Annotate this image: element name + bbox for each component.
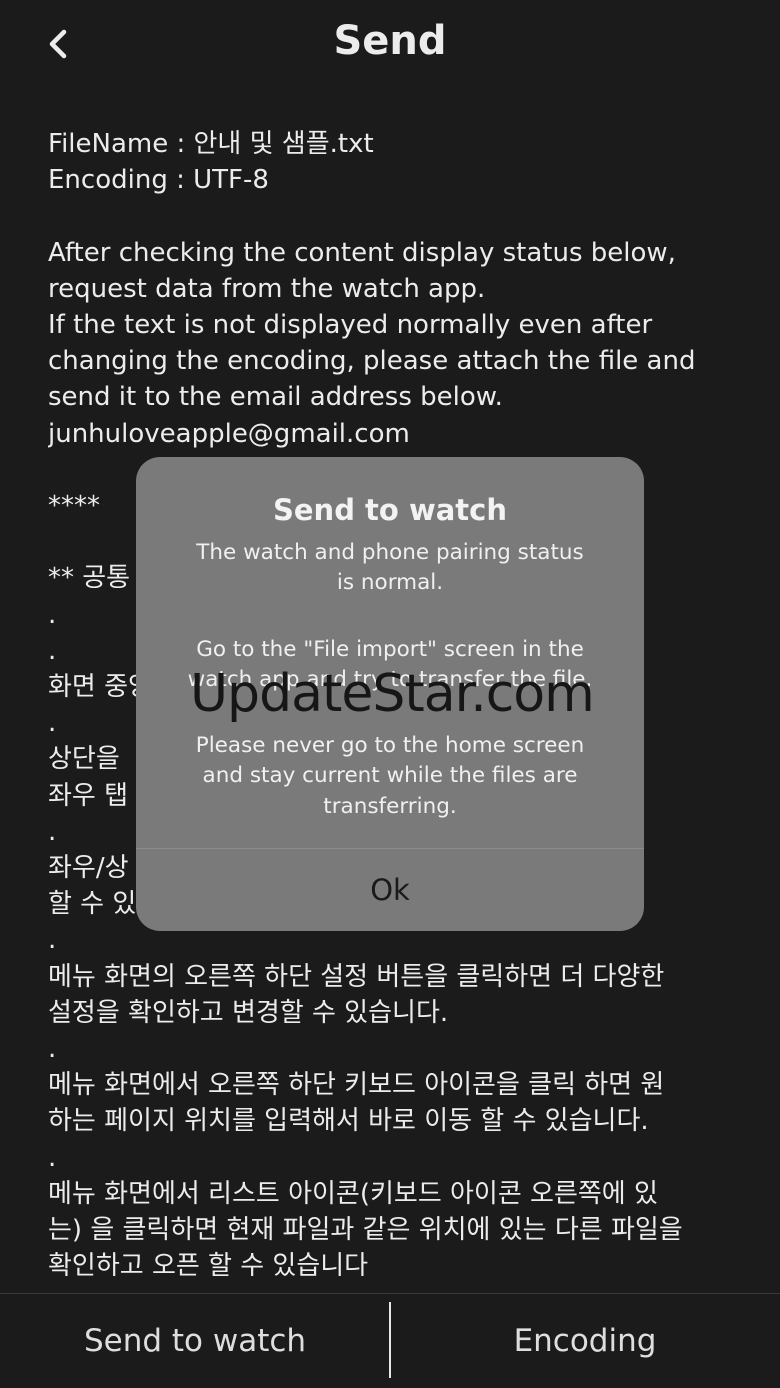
alert-ok-button[interactable]: Ok — [136, 849, 644, 931]
content-line: request data from the watch app. — [48, 273, 486, 304]
alert-message-line: watch app and try to transfer the file. — [187, 666, 593, 692]
alert-message-line: and stay current while the files are — [202, 763, 578, 789]
bottom-toolbar: Send to watch Encoding — [0, 1293, 780, 1388]
content-line: 메뉴 화면의 오른쪽 하단 설정 버튼을 클릭하면 더 다양한 — [48, 961, 665, 992]
content-line: If the text is not displayed normally ev… — [48, 310, 653, 340]
content-line — [48, 198, 748, 234]
alert-message-line: The watch and phone pairing status — [196, 540, 584, 565]
content-line: . — [48, 1034, 57, 1065]
content-line: Encoding : UTF-8 — [48, 165, 269, 196]
content-line: . — [48, 1142, 57, 1173]
encoding-button[interactable]: Encoding — [390, 1294, 780, 1388]
alert-message-line — [156, 598, 624, 634]
page-title: Send — [333, 18, 447, 64]
send-to-watch-button[interactable]: Send to watch — [0, 1294, 390, 1388]
content-line: send it to the email address below. — [48, 382, 503, 413]
content-line: After checking the content display statu… — [48, 237, 676, 268]
nav-bar: Send — [0, 0, 780, 90]
content-line: 하는 페이지 위치를 입력해서 바로 이동 할 수 있습니다. — [48, 1106, 649, 1137]
alert-message: The watch and phone pairing status is nor… — [156, 538, 624, 822]
content-line: junhuloveapple@gmail.com — [48, 418, 410, 449]
content-line: 메뉴 화면에서 리스트 아이콘(키보드 아이콘 오른쪽에 있 — [48, 1178, 658, 1209]
alert-message-line: Go to the "File import" screen in the — [196, 636, 584, 662]
send-to-watch-alert: Send to watch The watch and phone pairin… — [136, 457, 644, 931]
alert-message-line: is normal. — [336, 570, 444, 596]
alert-title: Send to watch — [273, 493, 507, 527]
content-line: 는) 을 클릭하면 현재 파일과 같은 위치에 있는 다른 파일을 — [48, 1215, 683, 1246]
alert-message-line — [156, 695, 624, 731]
content-line: changing the encoding, please attach the… — [48, 346, 696, 377]
content-line: 메뉴 화면에서 오른쪽 하단 키보드 아이콘을 클릭 하면 원 — [48, 1070, 665, 1101]
alert-message-line: transferring. — [323, 793, 457, 819]
content-line: FileName : 안내 및 샘플.txt — [48, 129, 374, 159]
content-line: 확인하고 오픈 할 수 있습니다 — [48, 1251, 369, 1276]
content-line: 설정을 확인하고 변경할 수 있습니다. — [48, 997, 449, 1028]
alert-message-line: Please never go to the home screen — [195, 733, 585, 759]
